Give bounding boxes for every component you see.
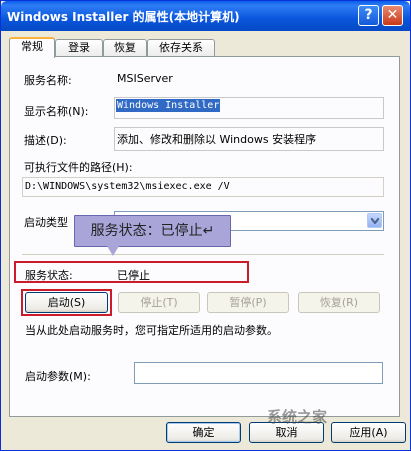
divider bbox=[22, 254, 384, 255]
watermark-logo: 系统之家 bbox=[267, 408, 328, 426]
description-value: 添加、修改和删除以 Windows 安装程序 bbox=[117, 133, 317, 146]
tab-recovery[interactable]: 恢复 bbox=[103, 39, 147, 56]
start-highlight-box bbox=[21, 289, 112, 316]
window-title: Windows Installer 的属性(本地计算机) bbox=[7, 10, 240, 24]
service-name-value: MSIServer bbox=[117, 72, 173, 85]
ok-button[interactable]: 确定 bbox=[166, 422, 241, 443]
properties-dialog: Windows Installer 的属性(本地计算机) ? ✕ 常规 登录 恢… bbox=[0, 0, 411, 451]
exec-path-label: 可执行文件的路径(H): bbox=[24, 161, 133, 174]
description-field[interactable]: 添加、修改和删除以 Windows 安装程序 bbox=[114, 127, 384, 151]
display-name-field[interactable]: Windows Installer bbox=[114, 97, 384, 119]
start-hint-text: 当从此处启动服务时，您可指定所适用的启动参数。 bbox=[25, 324, 278, 337]
description-label: 描述(D): bbox=[24, 134, 67, 147]
startup-type-label: 启动类型 bbox=[24, 216, 68, 229]
display-name-label: 显示名称(N): bbox=[24, 105, 89, 118]
apply-button[interactable]: 应用(A) bbox=[331, 422, 406, 443]
start-params-input[interactable] bbox=[134, 362, 383, 384]
chevron-down-icon[interactable] bbox=[367, 213, 382, 228]
tab-general[interactable]: 常规 bbox=[9, 37, 55, 58]
callout-tail bbox=[107, 246, 119, 256]
start-params-label: 启动参数(M): bbox=[25, 370, 91, 383]
title-bar[interactable]: Windows Installer 的属性(本地计算机) ? ✕ bbox=[1, 1, 410, 31]
display-name-value: Windows Installer bbox=[116, 99, 221, 112]
exec-path-value: D:\WINDOWS\system32\msiexec.exe /V bbox=[25, 181, 230, 192]
stop-button[interactable]: 停止(T) bbox=[118, 292, 200, 313]
resume-button[interactable]: 恢复(R) bbox=[298, 292, 380, 313]
help-button[interactable]: ? bbox=[358, 5, 379, 26]
status-highlight-box bbox=[14, 261, 249, 283]
service-name-label: 服务名称: bbox=[24, 74, 72, 87]
tab-dependencies[interactable]: 依存关系 bbox=[147, 39, 215, 56]
close-button[interactable]: ✕ bbox=[382, 5, 403, 26]
status-callout: 服务状态：已停止↵ bbox=[74, 215, 231, 247]
pause-button[interactable]: 暂停(P) bbox=[207, 292, 289, 313]
exec-path-field: D:\WINDOWS\system32\msiexec.exe /V bbox=[22, 177, 384, 197]
tab-logon[interactable]: 登录 bbox=[55, 39, 103, 56]
